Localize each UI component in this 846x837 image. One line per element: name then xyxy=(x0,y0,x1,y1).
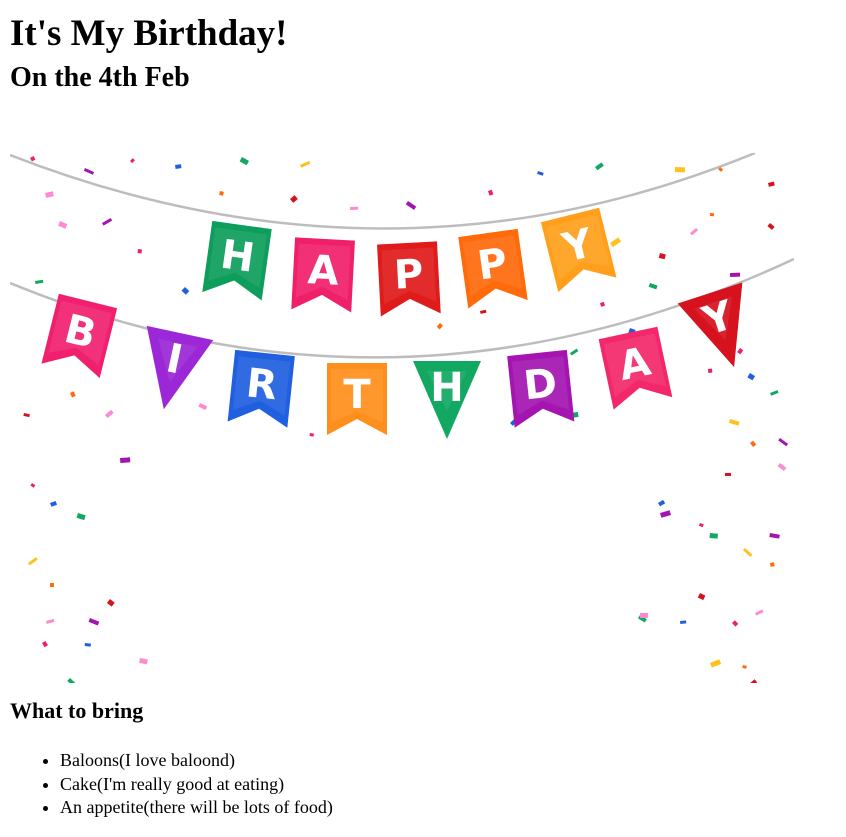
flag-letter: H xyxy=(430,365,463,411)
list-item: Cake(I'm really good at eating) xyxy=(60,773,333,797)
confetti-piece xyxy=(640,612,649,618)
confetti-piece xyxy=(725,473,731,476)
confetti-piece xyxy=(309,433,314,437)
confetti-piece xyxy=(769,562,775,567)
confetti-piece xyxy=(137,249,142,254)
flag-letter: T xyxy=(343,372,371,418)
confetti-piece xyxy=(674,167,685,173)
flag-letter: H xyxy=(218,232,258,282)
birthday-banner-image: HAPPY BIR T H D AY xyxy=(10,153,794,683)
section-heading-what-to-bring: What to bring xyxy=(10,698,144,723)
confetti-piece xyxy=(708,368,713,373)
confetti-piece xyxy=(730,272,741,277)
confetti-piece xyxy=(709,213,714,217)
confetti-piece xyxy=(709,533,718,539)
bring-list: Baloons(I love baloond) Cake(I'm really … xyxy=(10,749,333,820)
page-subtitle: On the 4th Feb xyxy=(10,62,190,93)
confetti-piece xyxy=(350,206,359,210)
confetti-piece xyxy=(49,583,54,588)
page-title: It's My Birthday! xyxy=(10,13,288,54)
confetti-piece xyxy=(84,643,91,647)
confetti-piece xyxy=(120,457,131,463)
list-item: Baloons(I love baloond) xyxy=(60,749,333,773)
flag-letter: R xyxy=(244,360,279,409)
flag-letter: D xyxy=(521,360,559,409)
flag-letter: A xyxy=(307,247,340,295)
banner-background xyxy=(10,153,794,683)
flag-letter: P xyxy=(393,251,425,298)
confetti-piece xyxy=(175,164,182,169)
page-content: It's My Birthday! On the 4th Feb HAPPY B… xyxy=(0,12,846,817)
confetti-piece xyxy=(680,620,687,624)
list-item: An appetite(there will be lots of food) xyxy=(60,796,333,820)
